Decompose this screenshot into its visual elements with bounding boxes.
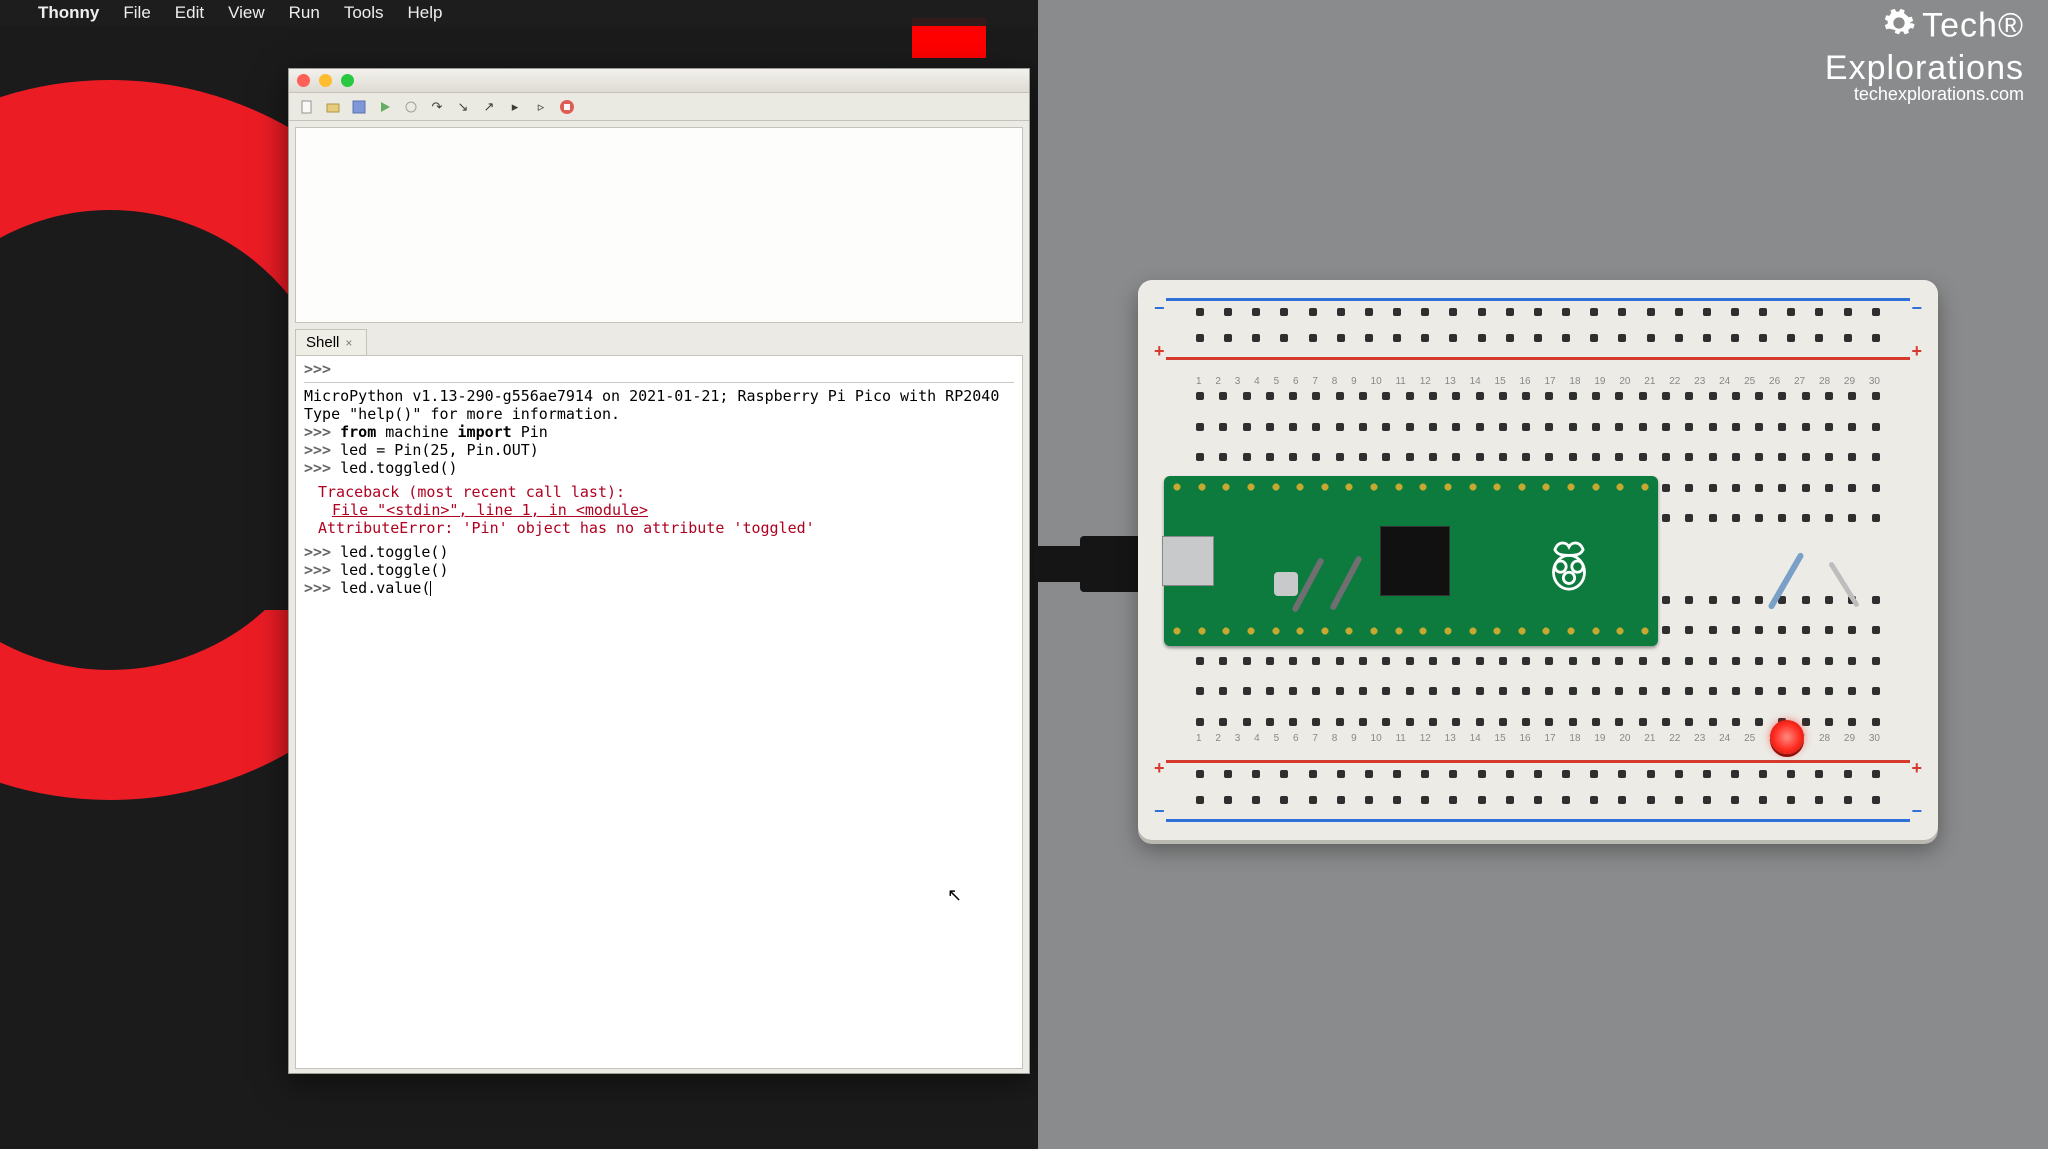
- window-close-icon[interactable]: [297, 74, 310, 87]
- shell-panel[interactable]: >>> MicroPython v1.13-290-g556ae7914 on …: [295, 355, 1023, 1069]
- window-maximize-icon[interactable]: [341, 74, 354, 87]
- bottom-tabstrip: Shell ×: [295, 329, 1029, 355]
- step-over-icon[interactable]: ↷: [429, 99, 445, 115]
- menu-edit[interactable]: Edit: [175, 3, 204, 23]
- traceback-file[interactable]: File "<stdin>", line 1, in <module>: [304, 501, 1014, 519]
- step-into-icon[interactable]: ↘: [455, 99, 471, 115]
- menu-help[interactable]: Help: [408, 3, 443, 23]
- code-editor[interactable]: [295, 127, 1023, 323]
- step-out-icon[interactable]: ↗: [481, 99, 497, 115]
- debug-icon[interactable]: [403, 99, 419, 115]
- pico-usb-port: [1162, 536, 1214, 586]
- menu-view[interactable]: View: [228, 3, 265, 23]
- window-titlebar[interactable]: [289, 69, 1029, 93]
- brand-watermark: Tech® Explorations techexplorations.com: [1825, 6, 2024, 105]
- menu-tools[interactable]: Tools: [344, 3, 384, 23]
- rp2040-chip: [1380, 526, 1450, 596]
- thonny-window: ↷ ↘ ↗ ▸ ▹ Shell × >>> MicroPython v1.13-…: [288, 68, 1030, 1074]
- stop-icon[interactable]: [559, 99, 575, 115]
- menu-run[interactable]: Run: [289, 3, 320, 23]
- mac-menubar: Thonny File Edit View Run Tools Help: [0, 0, 1038, 26]
- pico-bootsel-button: [1274, 572, 1298, 596]
- menubar-app-name[interactable]: Thonny: [38, 3, 99, 23]
- camera-view: Tech® Explorations techexplorations.com …: [1038, 0, 2048, 1149]
- menu-file[interactable]: File: [123, 3, 150, 23]
- shell-banner-2: Type "help()" for more information.: [304, 405, 1014, 423]
- new-file-icon[interactable]: [299, 99, 315, 115]
- raspberry-pi-pico: [1164, 476, 1658, 646]
- shell-prompt: >>>: [304, 360, 331, 378]
- gear-icon: [1882, 6, 1916, 49]
- breadboard-top-rail: −+ −+: [1156, 294, 1920, 364]
- breadboard-bottom-rail: +− +−: [1156, 756, 1920, 826]
- resume-icon[interactable]: ▸: [507, 99, 523, 115]
- run-to-cursor-icon[interactable]: ▹: [533, 99, 549, 115]
- raspberry-pi-logo-icon: [1540, 530, 1598, 597]
- save-icon[interactable]: [351, 99, 367, 115]
- mouse-cursor-icon: ↖: [947, 885, 962, 906]
- traceback-error: AttributeError: 'Pin' object has no attr…: [304, 519, 1014, 537]
- shell-tab-label: Shell: [306, 334, 339, 351]
- shell-cursor: [430, 581, 431, 596]
- thonny-toolbar: ↷ ↘ ↗ ▸ ▹: [289, 93, 1029, 121]
- run-icon[interactable]: [377, 99, 393, 115]
- shell-banner-1: MicroPython v1.13-290-g556ae7914 on 2021…: [304, 387, 1014, 405]
- close-tab-icon[interactable]: ×: [345, 336, 352, 350]
- window-minimize-icon[interactable]: [319, 74, 332, 87]
- shell-tab[interactable]: Shell ×: [295, 329, 367, 355]
- traceback-head: Traceback (most recent call last):: [304, 483, 1014, 501]
- led-component: [1770, 720, 1804, 754]
- open-file-icon[interactable]: [325, 99, 341, 115]
